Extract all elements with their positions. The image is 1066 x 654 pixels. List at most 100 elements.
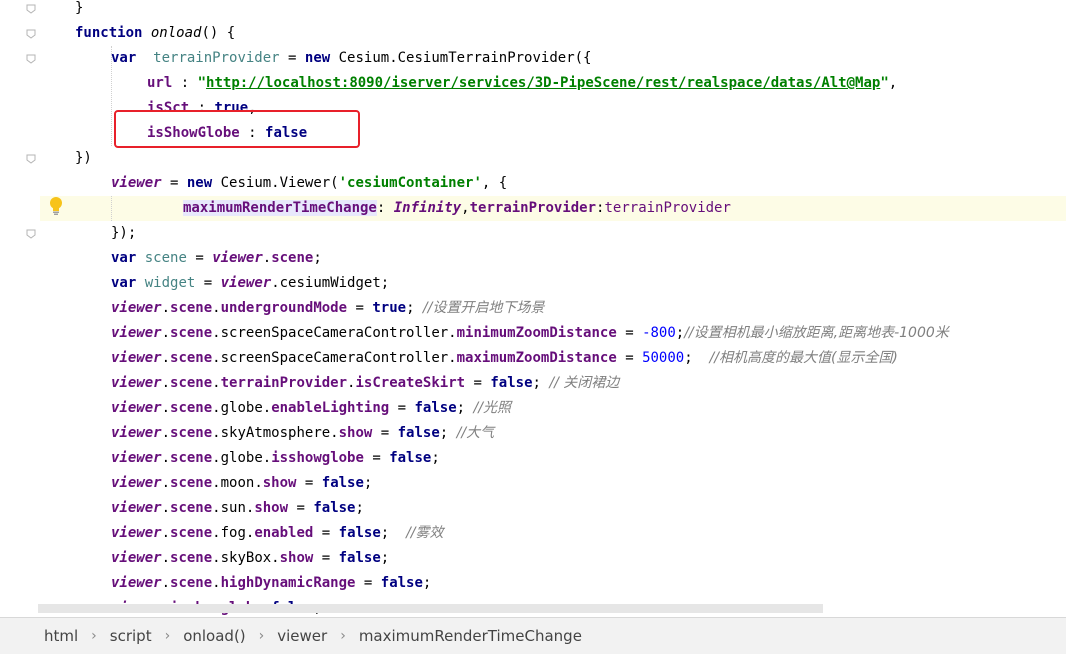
fold-marker-icon[interactable]: [26, 229, 36, 239]
code-token: false: [380, 575, 423, 591]
code-token: new: [304, 50, 331, 66]
code-text: function onload() {: [75, 21, 235, 46]
code-line[interactable]: }): [40, 146, 1066, 171]
code-line[interactable]: viewer.scene.moon.show = false;: [40, 471, 1066, 496]
code-token: ": [197, 75, 207, 91]
code-line[interactable]: viewer = new Cesium.Viewer('cesiumContai…: [40, 171, 1066, 196]
code-token: =: [616, 350, 643, 366]
code-token: }: [75, 0, 84, 16]
code-line[interactable]: viewer.scene.screenSpaceCameraController…: [40, 321, 1066, 346]
code-token: .globe.: [212, 400, 272, 416]
code-token: .: [161, 575, 171, 591]
annotation-highlight-box: [114, 110, 360, 148]
code-token: .: [161, 500, 171, 516]
code-token: widget: [144, 275, 196, 291]
code-token: viewer: [111, 325, 162, 341]
code-token: =: [313, 525, 339, 541]
code-token: .: [161, 525, 171, 541]
code-text: viewer.scene.globe.isshowglobe = false;: [111, 446, 440, 471]
code-text: viewer.scene.highDynamicRange = false;: [111, 571, 431, 596]
code-token: show: [279, 550, 314, 566]
code-line[interactable]: viewer.scene.undergroundMode = true; //设…: [40, 296, 1066, 321]
code-token: enabled: [254, 525, 314, 541]
code-token: scene: [170, 525, 213, 541]
code-token: false: [313, 500, 356, 516]
code-token: .: [161, 475, 171, 491]
code-token: =: [296, 475, 322, 491]
code-line[interactable]: viewer.scene.globe.enableLighting = fals…: [40, 396, 1066, 421]
code-token: onload: [150, 25, 202, 41]
code-line[interactable]: viewer.scene.highDynamicRange = false;: [40, 571, 1066, 596]
code-text: viewer.scene.screenSpaceCameraController…: [111, 321, 949, 346]
code-token: ;: [675, 325, 685, 341]
breadcrumb-item[interactable]: html: [44, 627, 78, 645]
code-token: false: [397, 425, 440, 441]
code-token: scene: [170, 400, 213, 416]
code-line[interactable]: viewer.scene.fog.enabled = false; //雾效: [40, 521, 1066, 546]
code-token: scene: [170, 325, 213, 341]
code-token: scene: [170, 475, 213, 491]
code-token: terrainProvider: [153, 50, 280, 66]
code-token: false: [414, 400, 457, 416]
code-token: viewer: [111, 450, 162, 466]
code-line[interactable]: function onload() {: [40, 21, 1066, 46]
code-line[interactable]: maximumRenderTimeChange: Infinity,terrai…: [40, 196, 1066, 221]
code-text: viewer.scene.screenSpaceCameraController…: [111, 346, 898, 371]
lightbulb-icon[interactable]: [48, 196, 64, 216]
code-token: Cesium.Viewer(: [212, 175, 339, 191]
code-token: false: [321, 475, 364, 491]
code-token: });: [111, 225, 137, 241]
code-token: =: [279, 50, 305, 66]
code-token: scene: [170, 550, 213, 566]
code-line[interactable]: viewer.scene.screenSpaceCameraController…: [40, 346, 1066, 371]
fold-marker-icon[interactable]: [26, 29, 36, 39]
code-line[interactable]: var terrainProvider = new Cesium.CesiumT…: [40, 46, 1066, 71]
code-line[interactable]: viewer.scene.skyAtmosphere.show = false;…: [40, 421, 1066, 446]
code-text: }): [75, 146, 92, 171]
breadcrumb-item[interactable]: script: [110, 627, 152, 645]
breadcrumb-item[interactable]: maximumRenderTimeChange: [359, 627, 582, 645]
code-token: -800: [642, 325, 676, 341]
code-line[interactable]: });: [40, 221, 1066, 246]
code-text: maximumRenderTimeChange: Infinity,terrai…: [183, 196, 731, 221]
fold-marker-icon[interactable]: [26, 4, 36, 14]
code-token: //雾效: [406, 525, 444, 541]
indent-guide: [111, 46, 112, 146]
code-line[interactable]: viewer.scene.globe.isshowglobe = false;: [40, 446, 1066, 471]
code-text: viewer.scene.globe.enableLighting = fals…: [111, 396, 511, 421]
code-token: scene: [271, 250, 314, 266]
breadcrumb-item[interactable]: viewer: [277, 627, 327, 645]
code-token: http://localhost:8090/iserver/services/3…: [206, 75, 881, 91]
editor-gutter: [0, 0, 40, 617]
breadcrumb: html › script › onload() › viewer › maximumRende…: [0, 617, 1066, 654]
code-editor[interactable]: } function onload() {var terrainProvider …: [0, 0, 1066, 617]
code-line[interactable]: var widget = viewer.cesiumWidget;: [40, 271, 1066, 296]
code-token: .: [161, 425, 171, 441]
breadcrumb-item[interactable]: onload(): [183, 627, 245, 645]
code-line[interactable]: var scene = viewer.scene;: [40, 246, 1066, 271]
code-line[interactable]: }: [40, 0, 1066, 21]
code-token: =: [363, 450, 390, 466]
code-token: var: [111, 275, 137, 291]
code-line[interactable]: viewer.scene.skyBox.show = false;: [40, 546, 1066, 571]
code-line[interactable]: viewer.scene.terrainProvider.isCreateSki…: [40, 371, 1066, 396]
fold-marker-icon[interactable]: [26, 54, 36, 64]
code-token: ,: [888, 75, 898, 91]
code-token: //设置相机最小缩放距离,距离地表-1000米: [684, 325, 949, 341]
code-line[interactable]: viewer.scene.sun.show = false;: [40, 496, 1066, 521]
horizontal-scrollbar[interactable]: [38, 604, 823, 613]
code-token: =: [186, 250, 213, 266]
code-token: //大气: [456, 425, 495, 441]
code-token: url: [147, 75, 173, 91]
code-text: }: [75, 0, 83, 21]
code-token: .: [161, 350, 171, 366]
code-token: viewer: [220, 275, 272, 291]
fold-marker-icon[interactable]: [26, 154, 36, 164]
code-token: highDynamicRange: [220, 575, 356, 591]
code-line[interactable]: url : "http://localhost:8090/iserver/ser…: [40, 71, 1066, 96]
code-token: =: [355, 575, 381, 591]
code-token: isCreateSkirt: [355, 375, 466, 391]
